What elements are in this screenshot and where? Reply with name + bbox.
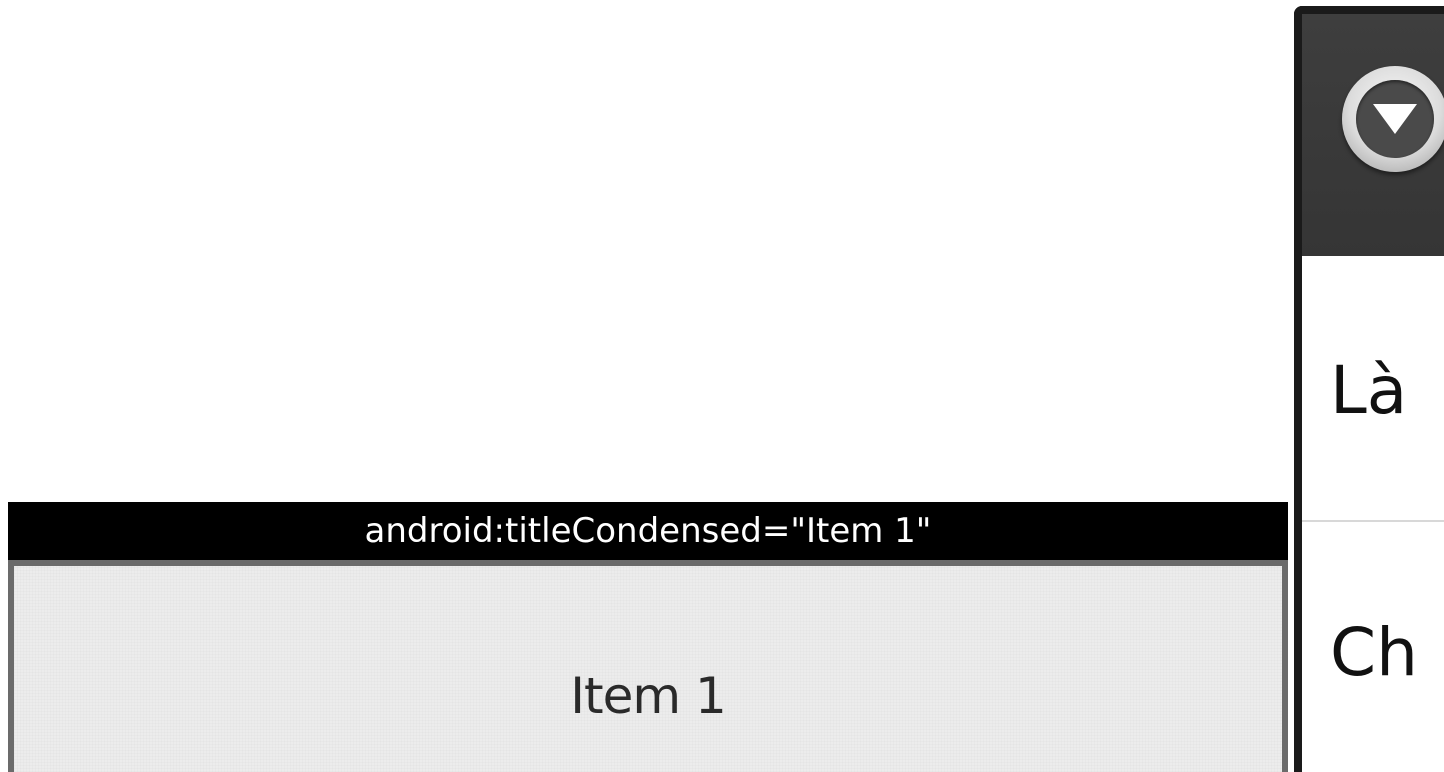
title-condensed-caption: android:titleCondensed="Item 1" xyxy=(8,502,1288,560)
divider xyxy=(1302,520,1444,522)
dropdown-icon[interactable] xyxy=(1342,66,1444,172)
dialog-option-1[interactable]: Là xyxy=(1302,352,1444,429)
chevron-down-icon xyxy=(1356,80,1434,158)
dialog-header xyxy=(1302,14,1444,256)
dialog-option-2[interactable]: Ch xyxy=(1302,614,1444,691)
menu-item-label: Item 1 xyxy=(570,667,727,725)
dialog-panel: Là Ch xyxy=(1294,6,1444,772)
menu-item-1[interactable]: Item 1 xyxy=(8,560,1288,772)
